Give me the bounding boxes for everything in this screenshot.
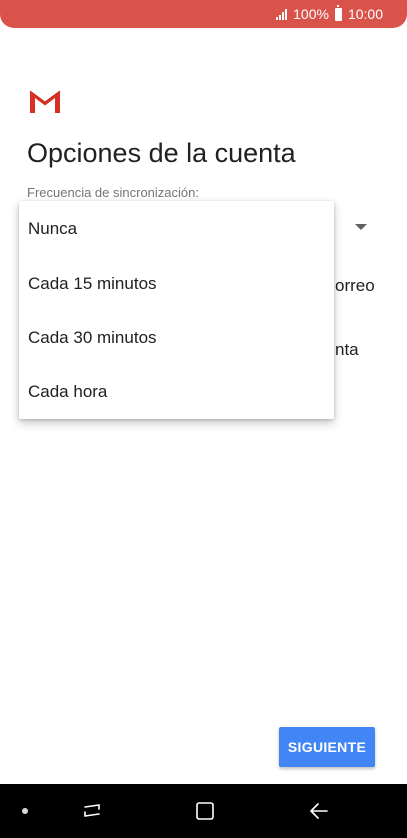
chevron-down-icon[interactable]	[355, 224, 367, 230]
status-bar: 100% 10:00	[0, 0, 407, 28]
recent-apps-icon[interactable]	[80, 799, 104, 823]
back-icon[interactable]	[307, 799, 331, 823]
status-indicators: 100% 10:00	[276, 4, 383, 23]
gmail-logo	[29, 90, 61, 113]
clock: 10:00	[347, 6, 383, 22]
menu-item-never[interactable]: Nunca	[19, 202, 334, 256]
navigation-bar	[0, 784, 407, 838]
sync-frequency-menu: Nunca Cada 15 minutos Cada 30 minutos Ca…	[19, 201, 334, 419]
menu-item-15-minutes[interactable]: Cada 15 minutos	[19, 257, 334, 311]
menu-item-hourly[interactable]: Cada hora	[19, 365, 334, 419]
option-text-partial: orreo	[335, 276, 375, 295]
next-button[interactable]: SIGUIENTE	[279, 727, 375, 767]
menu-item-30-minutes[interactable]: Cada 30 minutos	[19, 311, 334, 365]
option-text-partial: nta	[335, 340, 359, 359]
sync-frequency-label: Frecuencia de sincronización:	[27, 185, 199, 200]
battery-icon	[334, 4, 342, 21]
signal-icon	[276, 8, 288, 20]
home-icon[interactable]	[193, 799, 217, 823]
page-title: Opciones de la cuenta	[27, 138, 296, 168]
nav-dot-icon	[22, 808, 28, 814]
battery-percent: 100%	[293, 6, 329, 22]
